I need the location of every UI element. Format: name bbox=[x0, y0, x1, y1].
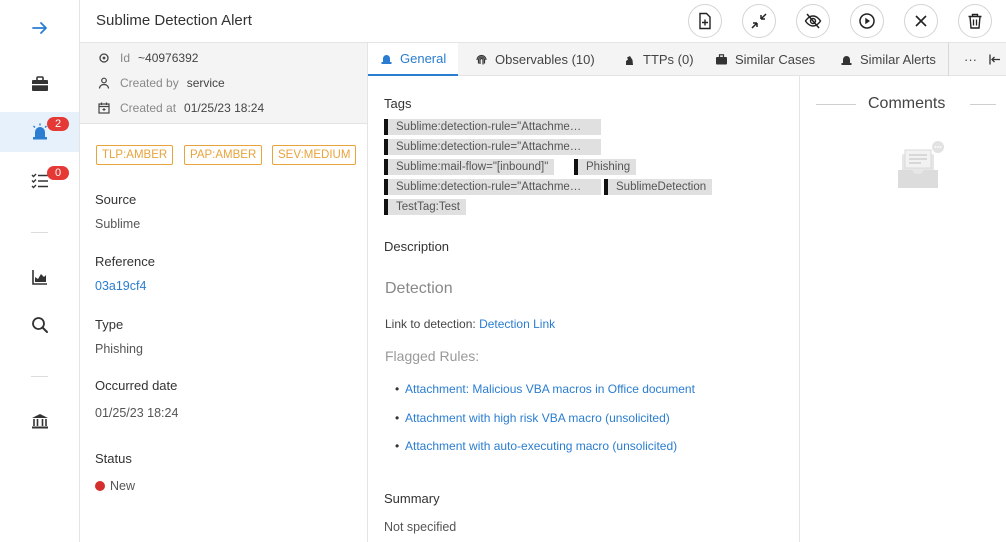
area-chart-icon bbox=[31, 270, 47, 285]
flagged-rule-link[interactable]: Attachment: Malicious VBA macros in Offi… bbox=[405, 382, 695, 396]
summary-title: Summary bbox=[384, 491, 440, 506]
alert-tabs: General Observables (10) TTPs (0) Simila… bbox=[368, 43, 1006, 76]
pap-badge: PAP:AMBER bbox=[184, 145, 263, 165]
status-dot-icon bbox=[95, 481, 105, 491]
comments-panel: Comments bbox=[800, 76, 1006, 542]
summary-value: Not specified bbox=[384, 520, 457, 534]
occurred-date-value: 01/25/23 18:24 bbox=[95, 406, 179, 420]
nav-organisation[interactable] bbox=[0, 401, 79, 441]
nav-expand-button[interactable] bbox=[0, 8, 79, 48]
collapse-icon bbox=[751, 13, 767, 29]
more-tabs-button[interactable]: ··· bbox=[964, 43, 977, 76]
status-value: New bbox=[95, 479, 135, 493]
delete-button[interactable] bbox=[958, 4, 992, 38]
source-value: Sublime bbox=[95, 217, 141, 231]
flagged-rule-item: Attachment: Malicious VBA macros in Offi… bbox=[395, 382, 695, 396]
severity-badge: SEV:MEDIUM bbox=[272, 145, 357, 165]
alerts-count-badge: 2 bbox=[47, 117, 69, 131]
merge-button[interactable] bbox=[742, 4, 776, 38]
tasks-count-badge: 0 bbox=[47, 166, 69, 180]
created-at-value: 01/25/23 18:24 bbox=[184, 101, 265, 115]
create-case-button[interactable] bbox=[688, 4, 722, 38]
arrow-left-bar-icon bbox=[989, 54, 1000, 65]
tag[interactable]: TestTag:Test bbox=[384, 199, 466, 215]
nav-dashboards[interactable] bbox=[0, 257, 79, 297]
alarm-icon bbox=[841, 56, 852, 65]
eye-off-icon bbox=[804, 13, 822, 29]
tab-similar-cases[interactable]: Similar Cases bbox=[715, 43, 815, 76]
status-label: Status bbox=[95, 451, 132, 466]
chess-knight-icon bbox=[626, 56, 633, 65]
gear-icon bbox=[99, 53, 109, 63]
trash-icon bbox=[968, 13, 982, 29]
collapse-panel-button[interactable] bbox=[988, 43, 1001, 76]
tag[interactable]: SublimeDetection bbox=[604, 179, 713, 195]
nav-alerts[interactable]: 2 bbox=[0, 112, 79, 152]
flagged-rules-heading: Flagged Rules: bbox=[385, 348, 480, 364]
nav-divider bbox=[31, 232, 48, 233]
alert-meta: Id ~40976392 Created by service Created … bbox=[80, 43, 367, 124]
alert-details-panel: Id ~40976392 Created by service Created … bbox=[80, 43, 368, 542]
comments-title: Comments bbox=[868, 95, 946, 112]
tag[interactable]: Sublime:mail-flow="[inbound]" bbox=[384, 159, 555, 175]
tag[interactable]: Sublime:detection-rule="Attachme… bbox=[384, 119, 601, 135]
search-icon bbox=[31, 317, 48, 333]
run-responder-button[interactable] bbox=[850, 4, 884, 38]
arrow-right-icon bbox=[31, 22, 47, 34]
close-button[interactable] bbox=[904, 4, 938, 38]
alarm-icon bbox=[381, 55, 392, 64]
reference-label: Reference bbox=[95, 254, 155, 269]
bank-icon bbox=[31, 414, 48, 429]
comments-divider-left bbox=[816, 104, 856, 105]
briefcase-icon bbox=[716, 54, 727, 65]
empty-inbox-icon bbox=[898, 141, 944, 188]
type-label: Type bbox=[95, 317, 124, 332]
page-title: Sublime Detection Alert bbox=[96, 12, 252, 29]
nav-divider bbox=[31, 376, 48, 377]
detection-link[interactable]: Detection Link bbox=[479, 317, 555, 331]
meta-id: Id ~40976392 bbox=[98, 51, 198, 65]
description-title: Description bbox=[384, 239, 450, 254]
flagged-rule-item: Attachment with auto-executing macro (un… bbox=[395, 439, 677, 453]
flagged-rule-link[interactable]: Attachment with high risk VBA macro (uns… bbox=[405, 411, 670, 425]
occurred-date-label: Occurred date bbox=[95, 378, 178, 393]
left-nav: 2 0 bbox=[0, 0, 80, 542]
alert-header: Sublime Detection Alert bbox=[80, 0, 1006, 43]
detection-link-row: Link to detection: Detection Link bbox=[385, 317, 556, 331]
general-tab-content: Tags Sublime:detection-rule="Attachme… S… bbox=[368, 76, 800, 542]
fingerprint-icon bbox=[476, 54, 487, 65]
tag[interactable]: Sublime:detection-rule="Attachme… bbox=[384, 179, 601, 195]
type-value: Phishing bbox=[95, 342, 143, 356]
detection-heading: Detection bbox=[385, 280, 453, 297]
ignore-button[interactable] bbox=[796, 4, 830, 38]
play-circle-icon bbox=[859, 13, 875, 29]
meta-created-at: Created at 01/25/23 18:24 bbox=[98, 101, 264, 115]
tab-similar-alerts[interactable]: Similar Alerts bbox=[840, 43, 936, 76]
tlp-badge: TLP:AMBER bbox=[96, 145, 174, 165]
flagged-rule-link[interactable]: Attachment with auto-executing macro (un… bbox=[405, 439, 677, 453]
tag[interactable]: Phishing bbox=[574, 159, 637, 175]
reference-link[interactable]: 03a19cf4 bbox=[95, 279, 146, 293]
tabs-divider bbox=[948, 43, 949, 76]
calendar-icon bbox=[98, 102, 110, 114]
alert-id: ~40976392 bbox=[138, 51, 199, 65]
tab-observables[interactable]: Observables (10) bbox=[475, 43, 595, 76]
tab-ttps[interactable]: TTPs (0) bbox=[623, 43, 694, 76]
nav-cases[interactable] bbox=[0, 64, 79, 104]
user-icon bbox=[98, 77, 110, 89]
tag[interactable]: Sublime:detection-rule="Attachme… bbox=[384, 139, 601, 155]
flagged-rule-item: Attachment with high risk VBA macro (uns… bbox=[395, 411, 670, 425]
file-plus-icon bbox=[699, 12, 711, 30]
created-by-value: service bbox=[186, 76, 225, 90]
alert-page: 2 0 Sublime Detection Alert Id ~40976392… bbox=[0, 0, 1006, 542]
comments-divider-right bbox=[970, 104, 996, 105]
tags-title: Tags bbox=[384, 96, 412, 111]
meta-created-by: Created by service bbox=[98, 76, 225, 90]
nav-search[interactable] bbox=[0, 305, 79, 345]
nav-tasks[interactable]: 0 bbox=[0, 161, 79, 201]
close-icon bbox=[915, 15, 927, 27]
source-label: Source bbox=[95, 192, 137, 207]
tab-general[interactable]: General bbox=[368, 43, 459, 76]
briefcase-icon bbox=[31, 76, 48, 91]
